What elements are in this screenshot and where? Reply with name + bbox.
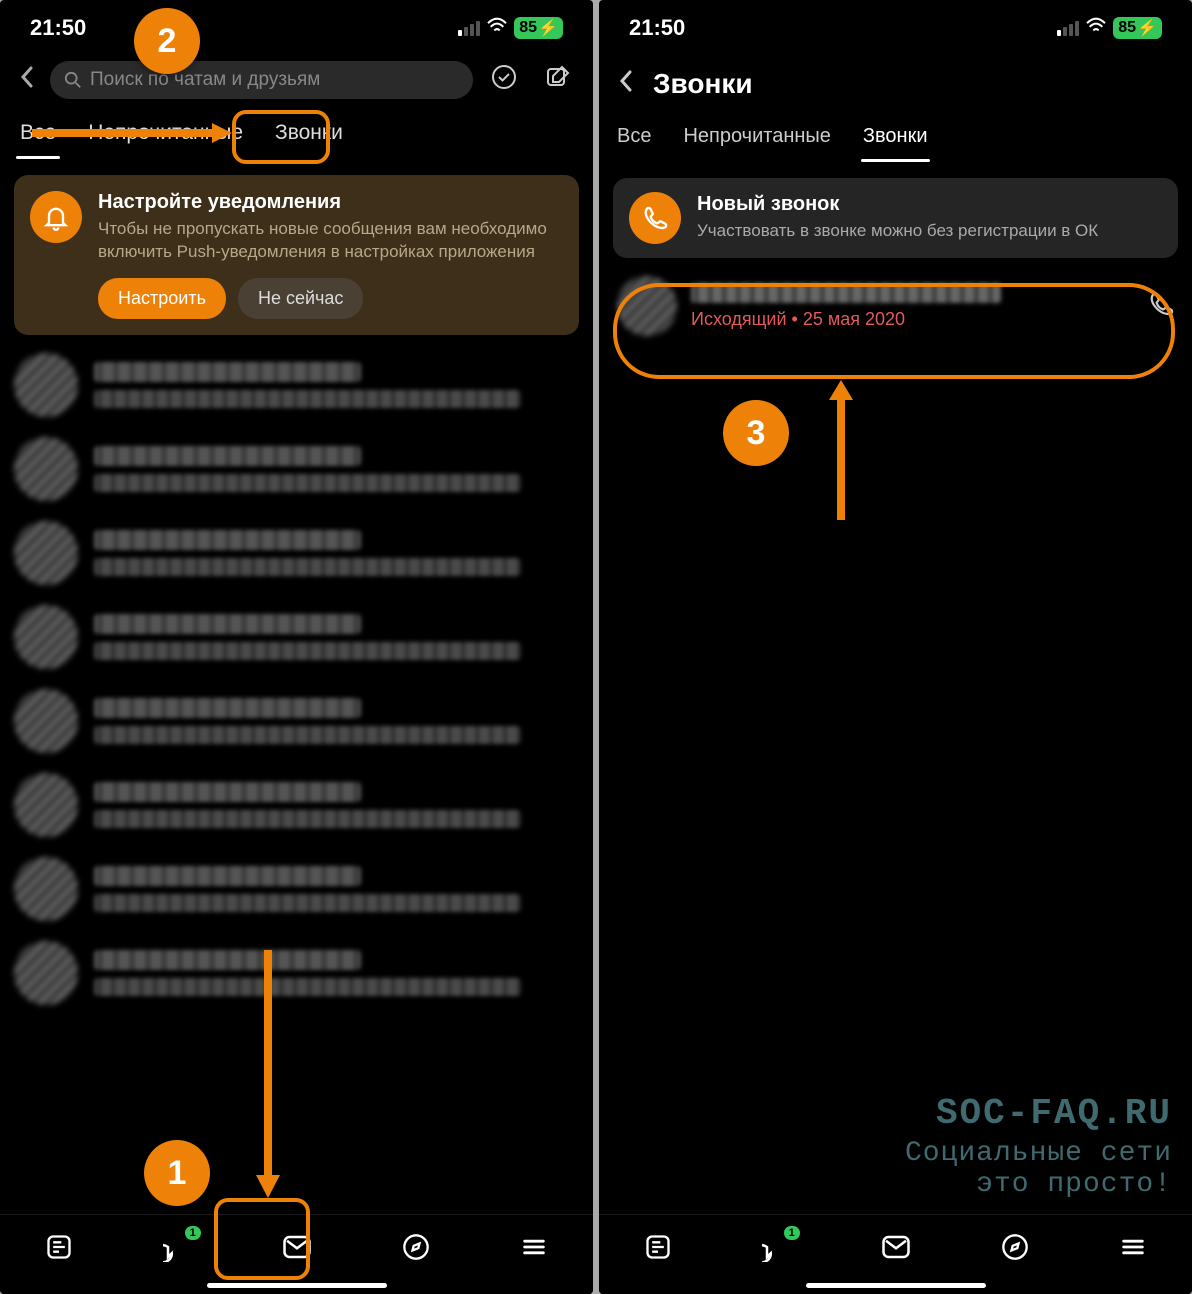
nav-discussions[interactable]: 1 xyxy=(153,1222,203,1277)
compose-icon[interactable] xyxy=(535,58,581,101)
annotation-arrow-2 xyxy=(32,118,232,148)
new-call-card[interactable]: Новый звонок Участвовать в звонке можно … xyxy=(613,178,1178,258)
wifi-icon xyxy=(486,16,508,40)
signal-icon xyxy=(1057,21,1079,36)
avatar xyxy=(14,521,78,585)
tab-unread[interactable]: Непрочитанные xyxy=(681,117,832,162)
nav-menu[interactable] xyxy=(1109,1223,1157,1276)
notif-body: Чтобы не пропускать новые сообщения вам … xyxy=(98,218,563,264)
list-item[interactable] xyxy=(0,679,593,763)
list-item[interactable] xyxy=(0,343,593,427)
avatar xyxy=(14,437,78,501)
avatar xyxy=(14,857,78,921)
nav-feed[interactable] xyxy=(35,1223,83,1276)
bottom-nav: 1 xyxy=(0,1214,593,1294)
not-now-button[interactable]: Не сейчас xyxy=(238,278,363,319)
annotation-badge-2: 2 xyxy=(134,8,200,74)
call-entry[interactable]: Исходящий • 25 мая 2020 xyxy=(599,264,1192,348)
search-input[interactable]: Поиск по чатам и друзьям xyxy=(50,61,473,99)
avatar xyxy=(617,276,677,336)
nav-messages[interactable] xyxy=(871,1222,921,1277)
tab-all[interactable]: Все xyxy=(615,117,653,162)
list-item[interactable] xyxy=(0,931,593,1015)
annotation-badge-1: 1 xyxy=(144,1140,210,1206)
phone-left: 21:50 85⚡ Поиск по чатам и друзьям xyxy=(0,0,593,1294)
annotation-arrow-3 xyxy=(821,380,861,520)
battery-badge: 85⚡ xyxy=(1113,17,1162,39)
nav-messages[interactable] xyxy=(272,1222,322,1277)
nav-explore[interactable] xyxy=(991,1223,1039,1276)
battery-badge: 85⚡ xyxy=(514,17,563,39)
search-placeholder: Поиск по чатам и друзьям xyxy=(90,69,320,91)
signal-icon xyxy=(458,21,480,36)
nav-feed[interactable] xyxy=(634,1223,682,1276)
chat-list xyxy=(0,335,593,1115)
status-time: 21:50 xyxy=(629,15,685,41)
avatar xyxy=(14,773,78,837)
status-bar: 21:50 85⚡ xyxy=(599,0,1192,50)
home-indicator xyxy=(207,1283,387,1288)
nav-discussions[interactable]: 1 xyxy=(752,1222,802,1277)
nav-explore[interactable] xyxy=(392,1223,440,1276)
bottom-nav: 1 xyxy=(599,1214,1192,1294)
new-call-title: Новый звонок xyxy=(697,193,1162,216)
avatar xyxy=(14,689,78,753)
page-title: Звонки xyxy=(653,68,753,100)
call-meta: Исходящий • 25 мая 2020 xyxy=(691,309,1134,330)
avatar xyxy=(14,941,78,1005)
call-button[interactable] xyxy=(1148,291,1174,322)
notif-title: Настройте уведомления xyxy=(98,191,563,214)
avatar xyxy=(14,353,78,417)
phone-icon xyxy=(629,192,681,244)
list-item[interactable] xyxy=(0,763,593,847)
status-time: 21:50 xyxy=(30,15,86,41)
list-item[interactable] xyxy=(0,511,593,595)
list-item[interactable] xyxy=(0,427,593,511)
status-bar: 21:50 85⚡ xyxy=(0,0,593,50)
nav-menu[interactable] xyxy=(510,1223,558,1276)
home-indicator xyxy=(806,1283,986,1288)
configure-button[interactable]: Настроить xyxy=(98,278,226,319)
watermark: SOC-FAQ.RU Социальные сети это просто! xyxy=(905,1093,1172,1200)
annotation-arrow-1 xyxy=(248,950,288,1200)
phone-right: 21:50 85⚡ Звонки Все Непрочитанные Звонк… xyxy=(599,0,1192,1294)
chats-header: Поиск по чатам и друзьям xyxy=(0,50,593,109)
tab-calls[interactable]: Звонки xyxy=(271,113,347,159)
annotation-badge-3: 3 xyxy=(723,400,789,466)
wifi-icon xyxy=(1085,16,1107,40)
new-call-body: Участвовать в звонке можно без регистрац… xyxy=(697,220,1162,243)
back-icon[interactable] xyxy=(611,64,641,103)
watermark-line3: это просто! xyxy=(905,1169,1172,1200)
calls-header: Звонки xyxy=(599,50,1192,109)
bell-icon xyxy=(30,191,82,243)
avatar xyxy=(14,605,78,669)
call-contact-name xyxy=(691,283,1001,303)
notifications-card: Настройте уведомления Чтобы не пропускат… xyxy=(14,175,579,335)
filter-tabs: Все Непрочитанные Звонки xyxy=(599,109,1192,162)
back-icon[interactable] xyxy=(12,60,42,99)
tab-calls[interactable]: Звонки xyxy=(861,117,930,162)
watermark-line2: Социальные сети xyxy=(905,1138,1172,1169)
check-circle-icon[interactable] xyxy=(481,58,527,101)
call-list: Исходящий • 25 мая 2020 xyxy=(599,258,1192,354)
list-item[interactable] xyxy=(0,595,593,679)
watermark-url: SOC-FAQ.RU xyxy=(905,1093,1172,1134)
list-item[interactable] xyxy=(0,847,593,931)
nav-badge: 1 xyxy=(185,1226,201,1240)
nav-badge: 1 xyxy=(784,1226,800,1240)
